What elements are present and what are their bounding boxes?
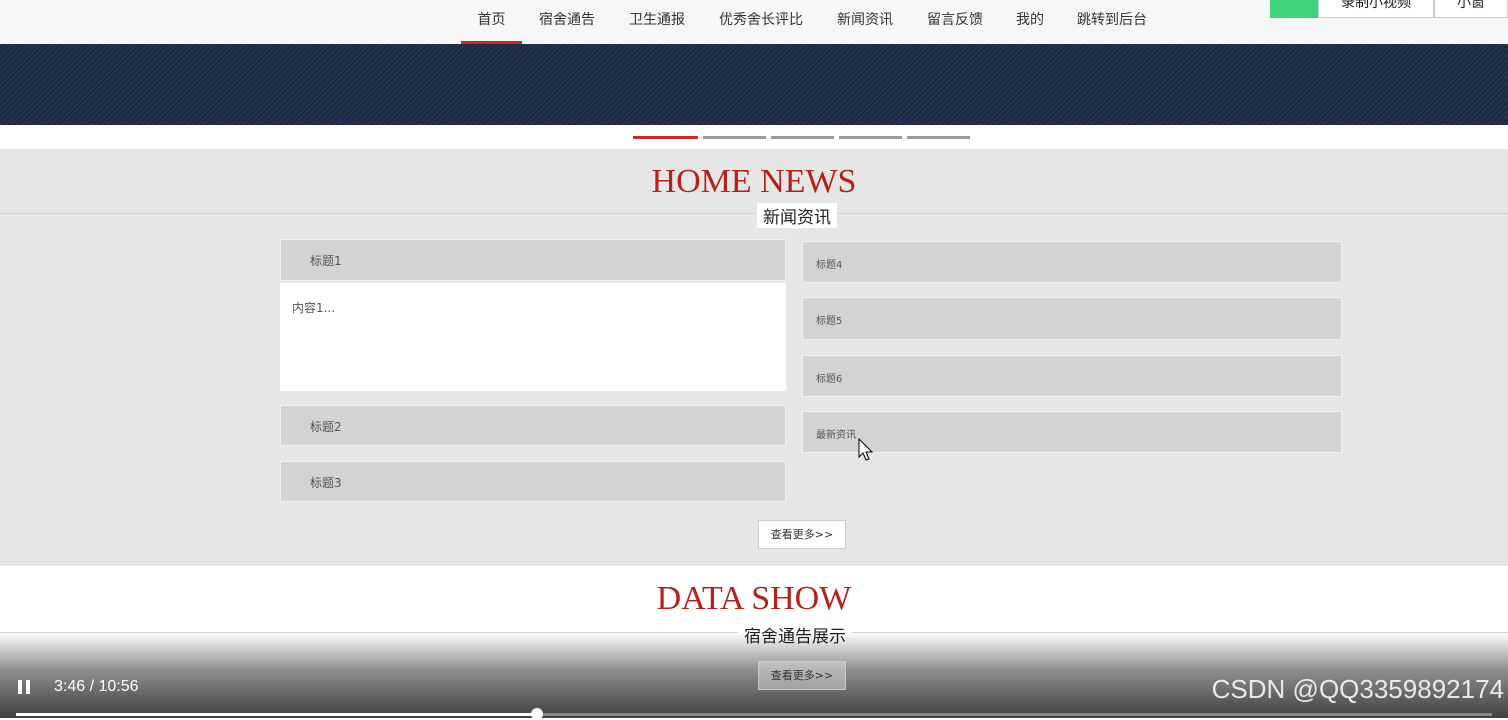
news-item-title-3[interactable]: 标题3	[280, 461, 786, 502]
news-item-label: 标题1	[310, 254, 342, 268]
nav-home[interactable]: 首页	[461, 0, 522, 44]
news-item-label: 最新资讯	[816, 430, 856, 441]
nav-best-leader[interactable]: 优秀舍长评比	[708, 0, 814, 44]
video-progress-bar[interactable]	[16, 708, 1492, 720]
nav-news[interactable]: 新闻资讯	[826, 0, 904, 44]
carousel-dot[interactable]	[633, 136, 698, 139]
carousel-dot[interactable]	[771, 136, 834, 139]
news-item-label: 标题4	[816, 260, 843, 271]
banner-image	[0, 44, 1508, 125]
progress-knob[interactable]	[531, 708, 544, 720]
nav-admin[interactable]: 跳转到后台	[1066, 0, 1158, 44]
news-section-title: HOME NEWS	[651, 163, 857, 200]
news-item-label: 标题2	[310, 420, 342, 434]
nav-hygiene-report[interactable]: 卫生通报	[618, 0, 696, 44]
video-time: 3:46 / 10:56	[54, 678, 139, 695]
record-video-button[interactable]: 录制小视频	[1318, 0, 1434, 18]
carousel-dot[interactable]	[907, 136, 970, 139]
news-more-button[interactable]: 查看更多>>	[758, 520, 846, 549]
news-item-title-5[interactable]: 标题5	[802, 297, 1342, 340]
news-divider	[0, 213, 1508, 214]
data-show-title: DATA SHOW	[656, 580, 852, 617]
news-item-content: 内容1...	[280, 283, 786, 391]
mouse-cursor-icon	[858, 438, 874, 461]
news-item-label: 标题6	[816, 374, 843, 385]
carousel-indicators	[633, 136, 975, 139]
news-item-title-4[interactable]: 标题4	[802, 241, 1342, 283]
progress-fill	[16, 713, 538, 716]
news-item-label: 标题3	[310, 476, 342, 490]
nav-dorm-notice[interactable]: 宿舍通告	[528, 0, 606, 44]
nav-feedback[interactable]: 留言反馈	[916, 0, 994, 44]
news-content-text: 内容1...	[292, 301, 336, 315]
carousel-dot[interactable]	[839, 136, 902, 139]
news-item-label: 标题5	[816, 316, 843, 327]
record-icon	[1270, 0, 1318, 18]
carousel-dot[interactable]	[703, 136, 766, 139]
pause-icon[interactable]	[18, 680, 30, 694]
news-item-title-1[interactable]: 标题1	[280, 239, 786, 281]
news-item-latest[interactable]: 最新资讯	[802, 411, 1342, 453]
news-section-subtitle: 新闻资讯	[757, 203, 837, 228]
news-item-title-6[interactable]: 标题6	[802, 355, 1342, 397]
data-show-more-button[interactable]: 查看更多>>	[758, 661, 846, 690]
watermark: CSDN @QQ3359892174	[1211, 674, 1504, 704]
video-toolbar: 录制小视频 小窗	[1270, 0, 1508, 18]
mini-window-button[interactable]: 小窗	[1434, 0, 1508, 18]
nav-mine[interactable]: 我的	[1006, 0, 1054, 44]
news-item-title-2[interactable]: 标题2	[280, 405, 786, 446]
